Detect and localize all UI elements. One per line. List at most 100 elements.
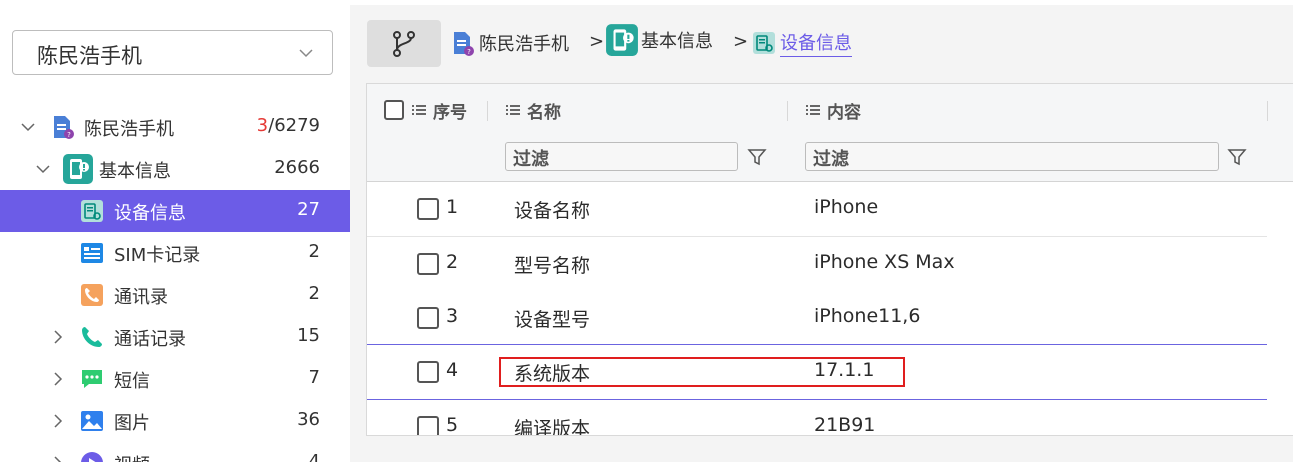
row-name: 设备型号 bbox=[514, 309, 591, 331]
filter-placeholder: 过滤 bbox=[813, 149, 849, 170]
chevron-down-icon[interactable] bbox=[20, 119, 36, 135]
sidebar: 陈民浩手机 ? 陈民浩手机 3/6279 基本信息 2666 设备信息 27 S… bbox=[0, 5, 350, 462]
row-index: 5 bbox=[446, 414, 459, 436]
device-select-value: 陈民浩手机 bbox=[37, 44, 142, 68]
select-all-checkbox[interactable] bbox=[384, 100, 404, 120]
filter-icon[interactable] bbox=[747, 147, 767, 167]
tree-item-count: 2666 bbox=[274, 157, 320, 178]
sim-card-icon bbox=[81, 243, 103, 263]
tree-item-label: SIM卡记录 bbox=[114, 245, 201, 266]
tree-item-device-info[interactable]: 设备信息 27 bbox=[0, 190, 350, 232]
contacts-icon bbox=[81, 284, 103, 306]
tree-item-videos[interactable]: 视频 4 bbox=[0, 442, 350, 462]
row-index: 4 bbox=[446, 359, 459, 381]
column-divider[interactable] bbox=[787, 101, 788, 121]
row-name: 设备名称 bbox=[514, 200, 591, 222]
chevron-right-icon[interactable] bbox=[50, 455, 66, 462]
breadcrumb-label: 设备信息 bbox=[780, 29, 852, 57]
tree-item-sim-records[interactable]: SIM卡记录 2 bbox=[0, 232, 350, 274]
row-checkbox[interactable] bbox=[417, 307, 439, 329]
tree-item-label: 陈民浩手机 bbox=[84, 119, 174, 140]
svg-text:?: ? bbox=[467, 48, 471, 56]
breadcrumb-separator: > bbox=[589, 31, 605, 52]
breadcrumb-item-device[interactable]: ? 陈民浩手机 bbox=[451, 28, 569, 58]
message-icon bbox=[82, 370, 102, 388]
tree-item-count: 4 bbox=[308, 451, 320, 462]
content-filter-input[interactable]: 过滤 bbox=[805, 142, 1219, 171]
chevron-right-icon[interactable] bbox=[50, 413, 66, 429]
chevron-right-icon[interactable] bbox=[50, 371, 66, 387]
breadcrumb-label: 陈民浩手机 bbox=[479, 34, 569, 55]
breadcrumb-label: 基本信息 bbox=[641, 31, 713, 52]
row-index: 1 bbox=[446, 196, 459, 218]
breadcrumb-item-basic-info[interactable]: 基本信息 bbox=[605, 22, 713, 58]
phone-file-icon: ? bbox=[454, 32, 474, 56]
row-content: iPhone11,6 bbox=[814, 305, 921, 327]
table-row[interactable]: 5 编译版本 21B91 bbox=[367, 400, 1267, 436]
row-name: 编译版本 bbox=[514, 418, 591, 436]
tree-item-count: 27 bbox=[297, 199, 320, 220]
row-checkbox[interactable] bbox=[417, 361, 439, 383]
tree-item-call-log[interactable]: 通话记录 15 bbox=[0, 316, 350, 358]
chevron-right-icon[interactable] bbox=[50, 329, 66, 345]
column-divider[interactable] bbox=[487, 101, 488, 121]
tree-item-count: 7 bbox=[308, 367, 320, 388]
table-row[interactable]: 1 设备名称 iPhone bbox=[367, 182, 1267, 237]
column-menu-icon bbox=[806, 105, 820, 115]
column-menu-icon bbox=[506, 105, 520, 115]
name-filter-input[interactable]: 过滤 bbox=[505, 142, 738, 171]
row-content: 21B91 bbox=[814, 414, 876, 436]
tree-item-sms[interactable]: 短信 7 bbox=[0, 358, 350, 400]
row-checkbox[interactable] bbox=[417, 198, 439, 220]
branch-icon bbox=[393, 31, 415, 57]
tree-item-count: 3/6279 bbox=[256, 115, 320, 136]
tree-item-label: 通话记录 bbox=[114, 329, 186, 350]
filter-placeholder: 过滤 bbox=[513, 149, 549, 170]
svg-text:?: ? bbox=[67, 131, 71, 139]
column-header-index[interactable]: 序号 bbox=[384, 98, 467, 123]
column-header-label: 内容 bbox=[827, 102, 861, 123]
filter-icon[interactable] bbox=[1227, 147, 1247, 167]
video-icon bbox=[81, 452, 103, 462]
row-content: iPhone XS Max bbox=[814, 251, 955, 273]
tree-item-basic-info[interactable]: 基本信息 2666 bbox=[0, 148, 350, 190]
breadcrumb-separator: > bbox=[733, 31, 749, 52]
row-content: iPhone bbox=[814, 196, 879, 218]
phone-file-icon: ? bbox=[54, 116, 74, 139]
column-header-name[interactable]: 名称 bbox=[506, 98, 561, 123]
table-row[interactable]: 2 型号名称 iPhone XS Max bbox=[367, 237, 1267, 292]
tree-item-label: 图片 bbox=[114, 413, 150, 434]
row-checkbox[interactable] bbox=[417, 253, 439, 275]
device-info-icon bbox=[753, 32, 775, 54]
tree-item-label: 视频 bbox=[114, 451, 150, 462]
highlight-box bbox=[499, 357, 905, 387]
tree-item-count: 2 bbox=[308, 283, 320, 304]
column-header-label: 名称 bbox=[527, 102, 561, 123]
column-header-label: 序号 bbox=[433, 102, 467, 123]
chevron-down-icon[interactable] bbox=[35, 161, 51, 177]
column-menu-icon bbox=[412, 105, 426, 115]
image-icon bbox=[81, 411, 103, 431]
tree-item-count: 36 bbox=[297, 409, 320, 430]
phone-icon bbox=[82, 327, 102, 347]
table-row[interactable]: 3 设备型号 iPhone11,6 bbox=[367, 291, 1267, 346]
branch-view-button[interactable] bbox=[367, 20, 441, 67]
info-phone-icon bbox=[606, 24, 638, 56]
row-checkbox[interactable] bbox=[417, 416, 439, 435]
row-index: 3 bbox=[446, 305, 459, 327]
tree-item-device[interactable]: ? 陈民浩手机 3/6279 bbox=[0, 106, 350, 148]
breadcrumb-item-device-info[interactable]: 设备信息 bbox=[752, 28, 852, 58]
row-index: 2 bbox=[446, 251, 459, 273]
tree-item-label: 基本信息 bbox=[99, 161, 171, 182]
tree-item-contacts[interactable]: 通讯录 2 bbox=[0, 274, 350, 316]
device-select[interactable]: 陈民浩手机 bbox=[12, 30, 333, 75]
info-phone-icon bbox=[63, 154, 93, 184]
tree-item-images[interactable]: 图片 36 bbox=[0, 400, 350, 442]
column-divider[interactable] bbox=[1267, 101, 1268, 121]
device-info-icon bbox=[81, 200, 103, 222]
tree-item-count: 15 bbox=[297, 325, 320, 346]
row-name: 型号名称 bbox=[514, 255, 591, 277]
tree-item-label: 设备信息 bbox=[114, 203, 186, 224]
tree-item-count: 2 bbox=[308, 241, 320, 262]
column-header-content[interactable]: 内容 bbox=[806, 98, 861, 123]
